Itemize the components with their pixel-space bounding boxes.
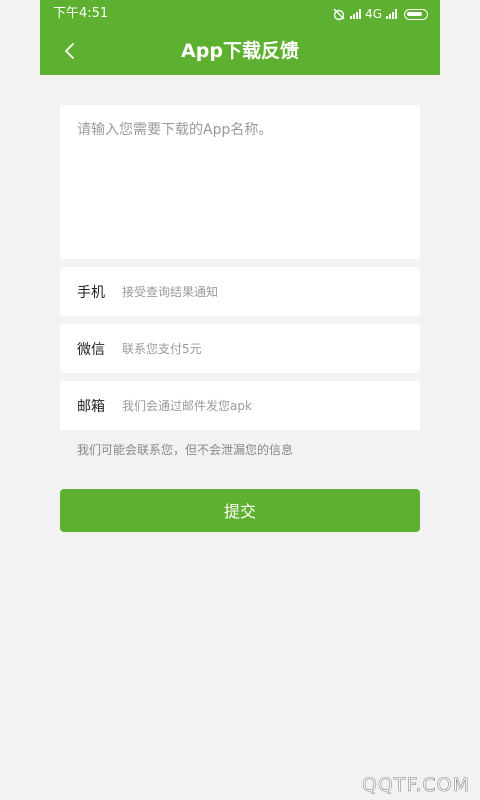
email-row: 邮箱 [60, 381, 420, 430]
watermark: QQTF.COM [361, 774, 470, 797]
wechat-input[interactable] [122, 324, 420, 373]
status-time: 下午4:51 [53, 6, 109, 21]
phone-input[interactable] [122, 267, 420, 316]
email-label: 邮箱 [77, 398, 105, 415]
phone-label: 手机 [77, 284, 105, 301]
status-icons: 4G [332, 0, 428, 28]
app-name-input[interactable] [60, 105, 420, 259]
header-bar: 下午4:51 4G App下载反馈 [40, 0, 440, 75]
wechat-label: 微信 [77, 341, 105, 358]
battery-icon [404, 8, 428, 20]
wechat-row: 微信 [60, 324, 420, 373]
signal-icon [350, 9, 362, 19]
alarm-off-icon [333, 8, 345, 21]
app-screen: 下午4:51 4G App下载反馈 请输入您需要下载的App名称。 手机 接受查… [0, 0, 480, 800]
status-bar: 下午4:51 4G [40, 0, 440, 28]
privacy-hint: 我们可能会联系您，但不会泄漏您的信息 [77, 443, 294, 457]
nav-bar: App下载反馈 [40, 28, 440, 75]
phone-row: 手机 [60, 267, 420, 316]
page-title: App下载反馈 [181, 40, 299, 62]
network-type: 4G [365, 7, 382, 21]
submit-button[interactable]: 提交 [60, 489, 420, 532]
app-name-card [60, 105, 420, 259]
signal-icon-2 [386, 9, 397, 19]
email-input[interactable] [122, 381, 420, 430]
